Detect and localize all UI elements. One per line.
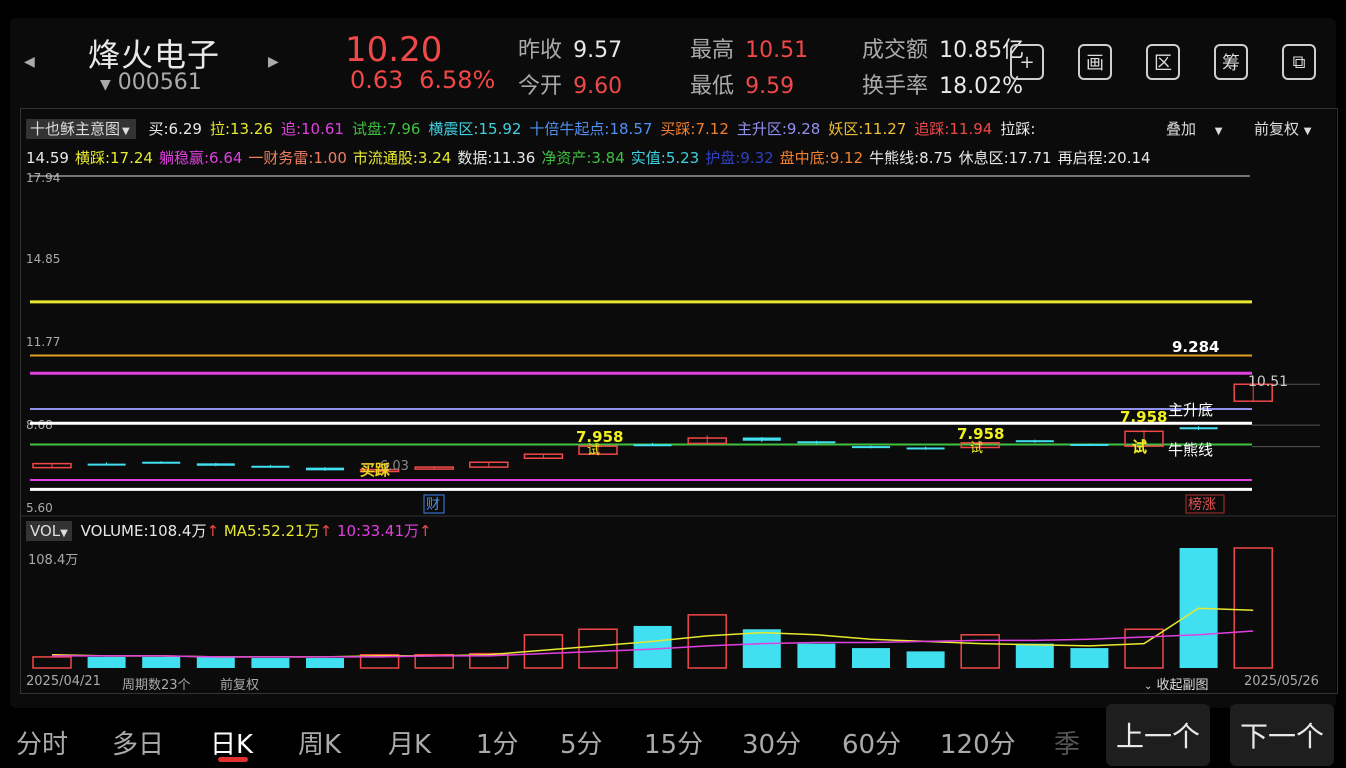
candle-body bbox=[251, 465, 290, 468]
volume-bar bbox=[633, 625, 672, 668]
up-arrow-icon: ↑ bbox=[419, 522, 432, 540]
tab-30min[interactable]: 30分 bbox=[742, 724, 801, 761]
candlestick-chart[interactable]: 17.94 14.85 11.77 8.68 5.60 9.284 10.51 主升底牛熊线7… bbox=[0, 0, 1346, 768]
candle-body bbox=[906, 447, 945, 450]
price-axis-label: 5.60 bbox=[26, 501, 53, 515]
tab-15min[interactable]: 15分 bbox=[644, 724, 703, 761]
candle-body bbox=[633, 444, 672, 447]
chevron-down-icon: ⌄ bbox=[1144, 681, 1153, 692]
volume-indicator-name: VOL bbox=[30, 522, 61, 540]
candle-body bbox=[1070, 443, 1109, 446]
start-date: 2025/04/21 bbox=[26, 674, 101, 689]
candle-body bbox=[87, 463, 126, 466]
volume-bar bbox=[251, 658, 290, 668]
tab-60min[interactable]: 60分 bbox=[842, 724, 901, 761]
volume-selector[interactable]: VOL▼ bbox=[26, 521, 72, 541]
price-axis-label: 14.85 bbox=[26, 252, 60, 266]
up-arrow-icon: ↑ bbox=[206, 522, 220, 540]
app-root: ◀ ▶ 烽火电子 ▼ 000561 10.20 0.63 6.58% 昨收 9.… bbox=[0, 0, 1346, 768]
candle-body bbox=[306, 467, 344, 471]
volume-max-label: 108.4万 bbox=[28, 553, 79, 568]
candle-body bbox=[852, 446, 890, 449]
volume-bar bbox=[32, 656, 72, 669]
tab-season[interactable]: 季 bbox=[1054, 724, 1080, 761]
candle-body bbox=[196, 463, 235, 466]
high-label: 10.51 bbox=[1248, 374, 1288, 390]
candle-body bbox=[1015, 440, 1054, 443]
finance-marker: 财 bbox=[426, 497, 440, 513]
volume-bar bbox=[196, 656, 235, 668]
candle-body bbox=[1179, 427, 1218, 430]
rank-up-marker: 榜涨 bbox=[1188, 496, 1216, 513]
volume-value: VOLUME:108.4万 bbox=[80, 522, 207, 540]
volume-bar bbox=[852, 648, 890, 668]
tab-5min[interactable]: 5分 bbox=[560, 724, 603, 761]
buy-step-label: 买踩 bbox=[360, 461, 390, 479]
candle-body bbox=[742, 437, 781, 441]
volume-bar bbox=[1015, 643, 1054, 668]
volume-bar bbox=[306, 658, 344, 668]
volume-bar bbox=[742, 629, 781, 668]
price-axis-label: 17.94 bbox=[26, 171, 60, 185]
volume-bar bbox=[687, 614, 727, 669]
candle-body bbox=[797, 441, 836, 444]
volume-bar bbox=[578, 628, 618, 669]
test-marker: 试 bbox=[587, 443, 600, 458]
price-axis-label: 11.77 bbox=[26, 335, 60, 349]
ma10-value: 10:33.41万 bbox=[336, 522, 420, 540]
collapse-label: 收起副图 bbox=[1156, 678, 1209, 693]
tab-day-k[interactable]: 日K bbox=[210, 724, 253, 761]
candle-body bbox=[142, 461, 181, 464]
level-label: 9.284 bbox=[1172, 338, 1219, 356]
volume-bar bbox=[906, 651, 945, 668]
footer-adjust: 前复权 bbox=[220, 678, 260, 693]
tab-month-k[interactable]: 月K bbox=[388, 724, 431, 761]
volume-bar bbox=[1070, 648, 1109, 668]
volume-bar bbox=[1233, 547, 1273, 669]
bull-bear-line-label: 牛熊线 bbox=[1168, 441, 1213, 459]
price-axis-label: 8.68 bbox=[26, 418, 53, 432]
test-marker: 试 bbox=[970, 441, 983, 456]
collapse-subchart-button[interactable]: ⌄ 收起副图 bbox=[1144, 674, 1209, 693]
volume-bar bbox=[87, 656, 126, 668]
volume-legend: VOL▼ VOLUME:108.4万↑ MA5:52.21万↑ 10:33.41… bbox=[26, 520, 432, 545]
tab-fenshi[interactable]: 分时 bbox=[16, 724, 68, 761]
tab-1min[interactable]: 1分 bbox=[476, 724, 519, 761]
up-arrow-icon: ↑ bbox=[319, 522, 333, 540]
volume-bar bbox=[142, 656, 181, 668]
period-count: 周期数23个 bbox=[122, 678, 191, 693]
test-level-label: 7.958 bbox=[1120, 408, 1167, 426]
chevron-down-icon: ▼ bbox=[60, 528, 68, 539]
test-marker: 试 bbox=[1132, 438, 1147, 456]
tab-120min[interactable]: 120分 bbox=[940, 724, 1016, 761]
main-rise-bottom-label: 主升底 bbox=[1168, 401, 1213, 419]
next-stock-button[interactable]: 下一个 bbox=[1230, 704, 1334, 766]
tab-week-k[interactable]: 周K bbox=[298, 724, 341, 761]
tab-duori[interactable]: 多日 bbox=[112, 724, 164, 761]
prev-stock-button[interactable]: 上一个 bbox=[1106, 704, 1210, 766]
ma5-value: MA5:52.21万 bbox=[223, 522, 320, 540]
active-tab-indicator bbox=[218, 757, 248, 762]
end-date: 2025/05/26 bbox=[1244, 674, 1319, 689]
volume-bar bbox=[797, 643, 836, 668]
